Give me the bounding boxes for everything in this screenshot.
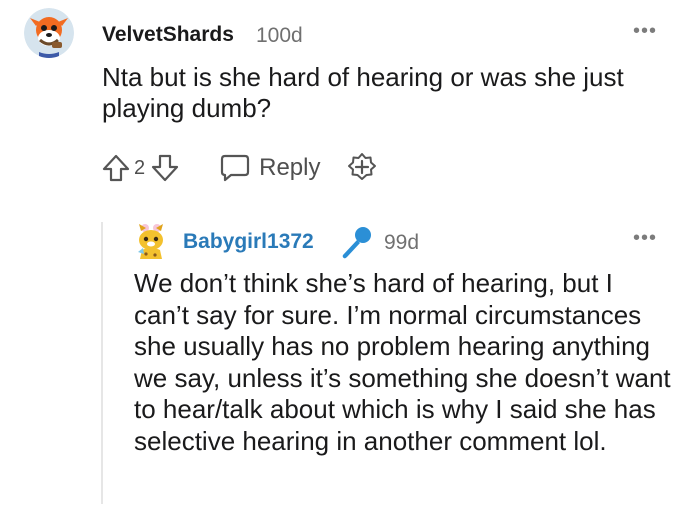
speech-bubble-icon bbox=[221, 154, 250, 182]
downvote-icon[interactable] bbox=[149, 152, 181, 184]
user-avatar[interactable] bbox=[24, 8, 74, 58]
reply-age: 99d bbox=[384, 231, 420, 254]
comment-age: 100d bbox=[256, 24, 303, 47]
reply-user-avatar[interactable] bbox=[134, 222, 168, 260]
comment-username[interactable]: VelvetShards bbox=[102, 23, 234, 47]
reply-more-options-icon[interactable]: ••• bbox=[630, 228, 660, 253]
upvote-icon[interactable] bbox=[100, 152, 132, 184]
cartoon-animal-avatar-icon bbox=[138, 224, 163, 259]
reply-button[interactable]: Reply bbox=[219, 153, 320, 183]
thread-line[interactable] bbox=[101, 222, 103, 504]
vote-count: 2 bbox=[134, 156, 146, 179]
comment-thread: VelvetShards 100d ••• Nta but is she har… bbox=[0, 0, 700, 510]
microphone-icon bbox=[342, 227, 371, 259]
add-award-icon[interactable] bbox=[346, 152, 378, 184]
more-options-icon[interactable]: ••• bbox=[630, 21, 660, 46]
reply-username[interactable]: Babygirl1372 bbox=[183, 230, 314, 254]
comment-body: Nta but is she hard of hearing or was sh… bbox=[102, 62, 624, 123]
reply-body: We don’t think she’s hard of hearing, bu… bbox=[134, 268, 671, 456]
snoo-avatar-icon bbox=[24, 8, 74, 58]
comment-actions: 2 Reply bbox=[100, 150, 378, 186]
reply-label: Reply bbox=[259, 154, 321, 181]
